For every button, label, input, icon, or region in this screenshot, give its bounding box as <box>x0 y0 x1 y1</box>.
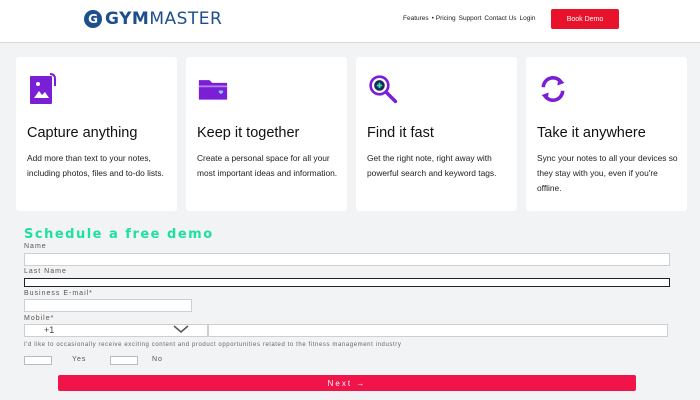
last-name-input[interactable] <box>24 278 670 287</box>
nav-features[interactable]: Features <box>403 15 429 22</box>
consent-text: I'd like to occasionally receive excitin… <box>24 342 402 348</box>
nav-contact[interactable]: Contact Us <box>484 15 516 22</box>
sync-icon <box>541 76 565 102</box>
card-text: Sync your notes to all your devices so t… <box>537 153 678 193</box>
feature-card-capture: Capture anything Add more than text to y… <box>16 57 177 211</box>
top-nav: Features • Pricing Support Contact Us Lo… <box>403 15 535 22</box>
nav-pricing[interactable]: • Pricing <box>432 15 456 22</box>
mobile-label: Mobile* <box>24 315 55 322</box>
next-button[interactable]: Next → <box>58 375 636 391</box>
logo-text: GYMMASTER <box>105 9 223 29</box>
feature-card-together: Keep it together Create a personal space… <box>186 57 347 211</box>
nav-login[interactable]: Login <box>520 15 536 22</box>
chevron-down-icon[interactable] <box>172 325 190 333</box>
card-title: Find it fast <box>367 125 434 141</box>
country-code-value: +1 <box>44 325 55 335</box>
card-title: Capture anything <box>27 125 138 141</box>
email-field[interactable] <box>24 299 192 312</box>
header: G GYMMASTER Features • Pricing Support C… <box>0 0 700 43</box>
card-text: Get the right note, right away with powe… <box>367 153 497 178</box>
name-label: Name <box>24 243 47 250</box>
consent-no-label: No <box>152 356 163 363</box>
form-title: Schedule a free demo <box>24 227 214 242</box>
feature-card-anywhere: Take it anywhere Sync your notes to all … <box>526 57 687 211</box>
mobile-number-input[interactable] <box>208 324 668 337</box>
logo-mark-icon: G <box>84 10 102 28</box>
notebook-image-icon <box>30 73 56 104</box>
last-name-label: Last Name <box>24 268 67 275</box>
nav-support[interactable]: Support <box>459 15 482 22</box>
gymmaster-logo[interactable]: G GYMMASTER <box>84 9 222 29</box>
feature-card-find: Find it fast Get the right note, right a… <box>356 57 517 211</box>
consent-no-checkbox[interactable] <box>110 356 138 365</box>
card-title: Keep it together <box>197 125 300 141</box>
book-demo-button[interactable]: Book Demo <box>551 9 619 29</box>
name-input[interactable] <box>24 253 670 266</box>
card-text: Add more than text to your notes, includ… <box>27 153 164 178</box>
card-title: Take it anywhere <box>537 125 646 141</box>
magnifier-icon <box>369 75 398 104</box>
card-text: Create a personal space for all your mos… <box>197 153 338 178</box>
folder-heart-icon <box>198 80 228 100</box>
email-label: Business E-mail* <box>24 290 93 297</box>
consent-yes-label: Yes <box>72 356 87 363</box>
consent-yes-checkbox[interactable] <box>24 356 52 365</box>
